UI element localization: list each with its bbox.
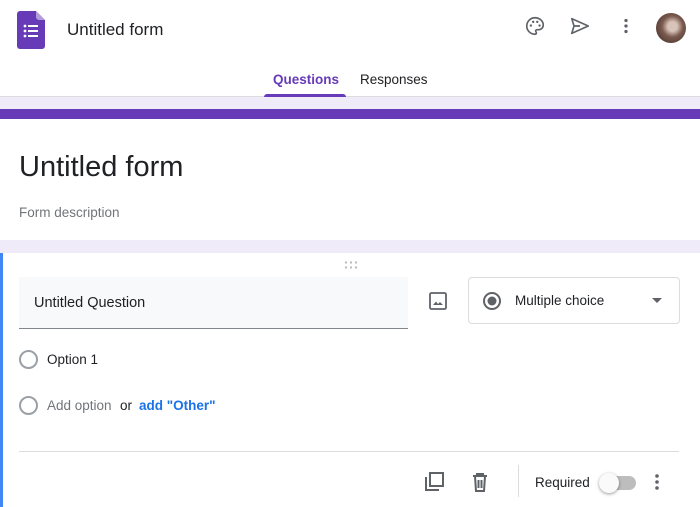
- app-title[interactable]: Untitled form: [67, 20, 163, 40]
- add-option-radio: [19, 396, 38, 415]
- top-header: Untitled form Questions Responses: [0, 0, 700, 97]
- question-type-label: Multiple choice: [515, 293, 605, 308]
- footer-divider: [19, 451, 679, 452]
- delete-icon[interactable]: [468, 470, 492, 494]
- active-tab-indicator: [264, 94, 346, 97]
- required-label: Required: [535, 475, 590, 490]
- required-toggle-thumb[interactable]: [599, 473, 619, 493]
- option-1-input[interactable]: Option 1: [47, 352, 98, 367]
- send-icon[interactable]: [568, 14, 592, 38]
- radio-button-icon: [483, 292, 501, 310]
- add-other-button[interactable]: add "Other": [139, 398, 216, 413]
- dropdown-arrow-icon: [652, 298, 662, 303]
- question-card[interactable]: Untitled Question Multiple choice Option…: [0, 253, 700, 507]
- question-type-select[interactable]: Multiple choice: [468, 277, 680, 324]
- tab-questions[interactable]: Questions: [273, 72, 339, 87]
- tab-responses[interactable]: Responses: [360, 72, 428, 87]
- form-title[interactable]: Untitled form: [19, 151, 183, 184]
- form-description-input[interactable]: Form description: [19, 205, 120, 220]
- duplicate-icon[interactable]: [422, 470, 446, 494]
- more-vert-icon[interactable]: [614, 14, 638, 38]
- more-options-icon[interactable]: [645, 470, 669, 494]
- footer-vertical-divider: [518, 465, 519, 497]
- question-title-text: Untitled Question: [34, 295, 146, 311]
- avatar[interactable]: [656, 13, 686, 43]
- form-title-card: Untitled form Form description: [0, 109, 700, 240]
- forms-logo-icon[interactable]: [17, 11, 45, 49]
- option-radio: [19, 350, 38, 369]
- add-image-icon[interactable]: [428, 291, 448, 311]
- add-option-button[interactable]: Add option: [47, 398, 112, 413]
- drag-handle-icon[interactable]: [343, 260, 359, 270]
- or-label: or: [120, 398, 133, 413]
- palette-icon[interactable]: [523, 14, 547, 38]
- question-title-input[interactable]: Untitled Question: [19, 277, 408, 329]
